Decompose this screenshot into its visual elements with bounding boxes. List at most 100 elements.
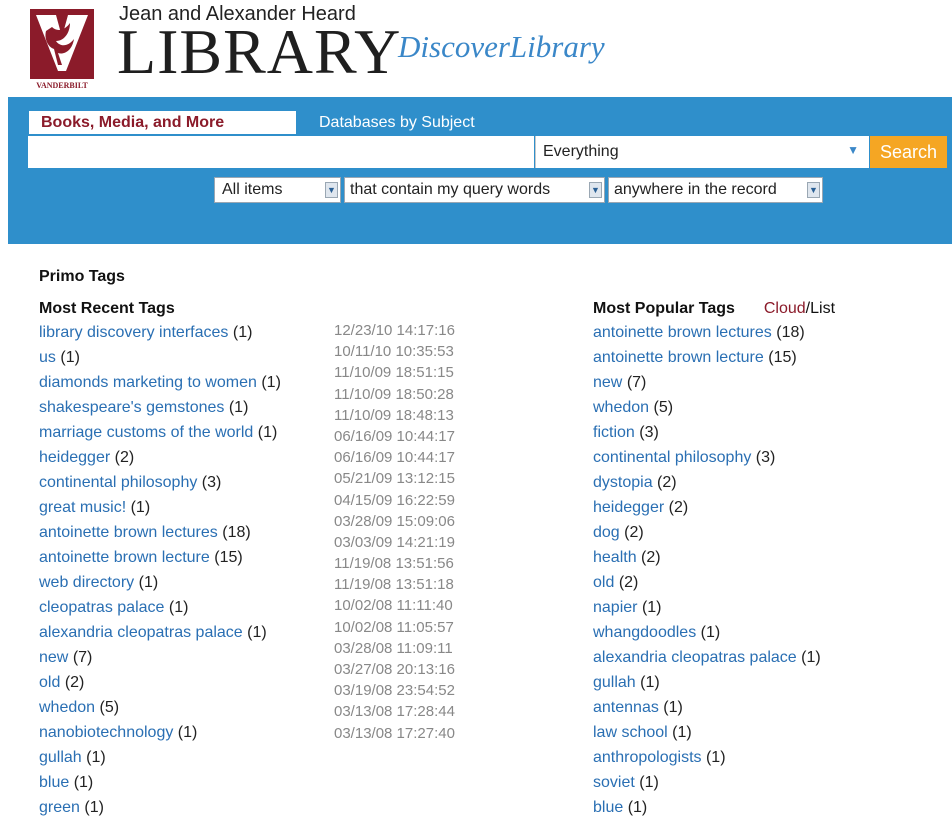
tag-count: (1): [232, 324, 253, 341]
tag-link[interactable]: shakespeare's gemstones: [39, 399, 224, 416]
tag-link[interactable]: anthropologists: [593, 749, 702, 766]
tag-link[interactable]: antoinette brown lecture: [593, 349, 764, 366]
tab-books-media[interactable]: Books, Media, and More: [29, 111, 296, 134]
tag-count: (1): [261, 374, 281, 391]
tag-timestamp: 11/10/09 18:51:15: [334, 364, 454, 382]
tag-link[interactable]: dog: [593, 524, 620, 541]
tag-timestamp: 11/10/09 18:50:28: [334, 385, 454, 403]
list-item: old (2): [39, 670, 281, 695]
tag-link[interactable]: cleopatras palace: [39, 599, 164, 616]
list-item: web directory (1): [39, 570, 281, 595]
list-item: library discovery interfaces (1): [39, 320, 281, 345]
tag-count: (1): [705, 749, 726, 766]
scope-select[interactable]: Everything ▼: [535, 136, 869, 168]
view-cloud-link[interactable]: Cloud: [764, 300, 806, 317]
list-item: soviet (1): [593, 770, 821, 795]
tag-count: (1): [639, 774, 659, 791]
tag-link[interactable]: green: [39, 799, 80, 816]
list-item: whangdoodles (1): [593, 620, 821, 645]
tag-link[interactable]: alexandria cleopatras palace: [593, 649, 797, 666]
tag-link[interactable]: blue: [593, 799, 623, 816]
vanderbilt-logo: VANDERBILT: [30, 9, 94, 90]
tag-count: (2): [668, 499, 689, 516]
list-item: antoinette brown lecture (15): [593, 345, 821, 370]
tag-count: (1): [86, 749, 106, 766]
tag-timestamp: 03/27/08 20:13:16: [334, 661, 455, 678]
tag-link[interactable]: antoinette brown lectures: [39, 524, 218, 541]
tag-link[interactable]: antoinette brown lectures: [593, 324, 772, 341]
tag-link[interactable]: soviet: [593, 774, 635, 791]
match-type-select[interactable]: that contain my query words ▼: [344, 177, 605, 203]
tag-link[interactable]: nanobiotechnology: [39, 724, 173, 741]
discover-library-brand[interactable]: DiscoverLibrary: [398, 29, 605, 65]
list-item: dog (2): [593, 520, 821, 545]
tag-count: (2): [641, 549, 661, 566]
tag-count: (1): [672, 724, 692, 741]
tag-link[interactable]: alexandria cleopatras palace: [39, 624, 243, 641]
tag-link[interactable]: heidegger: [39, 449, 110, 466]
tag-link[interactable]: new: [593, 374, 622, 391]
tag-link[interactable]: antoinette brown lecture: [39, 549, 210, 566]
tag-link[interactable]: whangdoodles: [593, 624, 696, 641]
list-item: health (2): [593, 545, 821, 570]
tag-link[interactable]: library discovery interfaces: [39, 324, 228, 341]
tag-link[interactable]: whedon: [593, 399, 649, 416]
list-item: continental philosophy (3): [39, 470, 281, 495]
tag-timestamp: 03/19/08 23:54:52: [334, 682, 455, 700]
tag-count: (1): [640, 674, 660, 691]
tag-link[interactable]: fiction: [593, 424, 635, 441]
tag-timestamp: 06/16/09 10:44:17: [334, 449, 455, 467]
field-value: anywhere in the record: [614, 181, 777, 198]
tag-count: (7): [626, 374, 647, 391]
tag-count: (1): [228, 399, 249, 416]
tag-link[interactable]: diamonds marketing to women: [39, 374, 257, 391]
tag-timestamp: 12/23/10 14:17:16: [334, 322, 455, 339]
tab-databases-by-subject[interactable]: Databases by Subject: [319, 111, 475, 134]
view-list-label: List: [810, 300, 836, 317]
tag-link[interactable]: web directory: [39, 574, 134, 591]
tag-link[interactable]: great music!: [39, 499, 126, 516]
tag-link[interactable]: old: [593, 574, 614, 591]
tag-timestamp: 04/15/09 16:22:59: [334, 491, 455, 509]
list-item: alexandria cleopatras palace (1): [593, 645, 821, 670]
tag-count: (1): [700, 624, 721, 641]
match-type-value: that contain my query words: [350, 181, 551, 198]
tag-link[interactable]: antennas: [593, 699, 659, 716]
item-type-select[interactable]: All items ▼: [214, 177, 341, 203]
list-item: whedon (5): [593, 395, 821, 420]
tag-link[interactable]: old: [39, 674, 60, 691]
tag-link[interactable]: marriage customs of the world: [39, 424, 253, 441]
logo-badge-text: VANDERBILT: [36, 81, 88, 90]
tag-link[interactable]: continental philosophy: [593, 449, 751, 466]
tag-count: (1): [247, 624, 267, 641]
tag-link[interactable]: whedon: [39, 699, 95, 716]
tag-link[interactable]: gullah: [39, 749, 82, 766]
list-item: napier (1): [593, 595, 821, 620]
tag-link[interactable]: gullah: [593, 674, 636, 691]
tag-count: (1): [177, 724, 198, 741]
list-item: continental philosophy (3): [593, 445, 821, 470]
tag-link[interactable]: law school: [593, 724, 668, 741]
tag-link[interactable]: heidegger: [593, 499, 664, 516]
popular-tags-title: Most Popular Tags: [593, 300, 735, 317]
tag-link[interactable]: dystopia: [593, 474, 653, 491]
chevron-down-icon: ▼: [325, 182, 338, 198]
tag-link[interactable]: health: [593, 549, 637, 566]
field-select[interactable]: anywhere in the record ▼: [608, 177, 823, 203]
tag-link[interactable]: new: [39, 649, 68, 666]
recent-tags-heading: Most Recent Tags: [39, 300, 175, 317]
search-input[interactable]: [28, 136, 534, 168]
list-item: antoinette brown lectures (18): [39, 520, 281, 545]
search-button[interactable]: Search: [870, 136, 947, 168]
recent-tags-list: library discovery interfaces (1) us (1) …: [39, 320, 281, 820]
list-item: new (7): [39, 645, 281, 670]
tag-count: (1): [168, 599, 189, 616]
list-item: marriage customs of the world (1): [39, 420, 281, 445]
tag-link[interactable]: us: [39, 349, 56, 366]
tag-link[interactable]: blue: [39, 774, 69, 791]
tag-link[interactable]: napier: [593, 599, 637, 616]
tag-link[interactable]: continental philosophy: [39, 474, 197, 491]
tag-count: (7): [72, 649, 93, 666]
tag-count: (5): [653, 399, 674, 416]
tag-count: (1): [130, 499, 151, 516]
